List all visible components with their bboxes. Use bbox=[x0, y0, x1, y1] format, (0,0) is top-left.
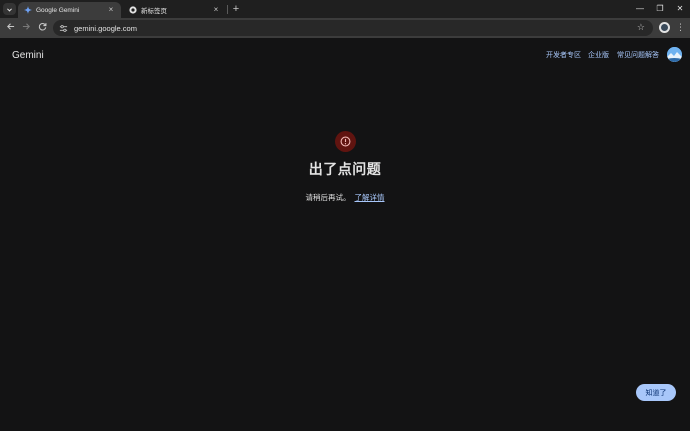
new-tab-button[interactable]: + bbox=[230, 3, 242, 15]
tab-divider bbox=[227, 5, 228, 14]
nav-developers[interactable]: 开发者专区 bbox=[546, 50, 581, 60]
tab-title: Google Gemini bbox=[36, 6, 80, 14]
star-icon[interactable]: ☆ bbox=[637, 22, 645, 33]
forward-button[interactable] bbox=[20, 22, 32, 34]
forward-icon bbox=[22, 23, 30, 30]
tab-search-icon bbox=[7, 7, 12, 12]
minimize-button[interactable]: — bbox=[634, 3, 646, 15]
more-menu-icon[interactable]: ⋮ bbox=[676, 22, 685, 33]
window-close-button[interactable]: ✕ bbox=[674, 3, 686, 15]
gemini-favicon-icon bbox=[24, 6, 32, 14]
reload-button[interactable] bbox=[36, 22, 48, 34]
learn-more-link[interactable]: 了解详情 bbox=[355, 193, 385, 202]
maximize-button[interactable]: ❐ bbox=[654, 3, 666, 15]
tab-google-gemini[interactable]: Google Gemini × bbox=[18, 2, 121, 18]
site-info-icon[interactable] bbox=[59, 24, 68, 33]
browser-toolbar: gemini.google.com ☆ bbox=[0, 18, 690, 38]
nav-faq[interactable]: 常见问题解答 bbox=[617, 50, 659, 60]
nav-business[interactable]: 企业版 bbox=[588, 50, 609, 60]
reload-icon bbox=[38, 23, 46, 31]
tab-title: 新标签页 bbox=[141, 8, 167, 15]
avatar[interactable] bbox=[667, 47, 682, 62]
close-icon[interactable]: × bbox=[107, 6, 115, 14]
tab-search-button[interactable] bbox=[3, 3, 16, 15]
error-message: 请稍后再试。 了解详情 bbox=[0, 192, 690, 203]
error-message-text: 请稍后再试。 bbox=[305, 193, 351, 202]
url-text: gemini.google.com bbox=[74, 23, 137, 33]
alert-circle-icon bbox=[335, 131, 356, 152]
chrome-favicon-icon bbox=[129, 6, 137, 14]
tab-new-tab[interactable]: 新标签页 × bbox=[123, 2, 226, 18]
error-title: 出了点问题 bbox=[308, 161, 382, 177]
profile-icon[interactable] bbox=[659, 22, 670, 33]
gemini-logo-text[interactable]: Gemini bbox=[12, 50, 44, 61]
got-it-button[interactable]: 知道了 bbox=[636, 384, 676, 401]
back-button[interactable] bbox=[4, 22, 16, 34]
address-bar[interactable]: gemini.google.com ☆ bbox=[53, 20, 653, 36]
tab-strip: Google Gemini × 新标签页 × + — ❐ ✕ bbox=[0, 0, 690, 18]
close-icon[interactable]: × bbox=[212, 6, 220, 14]
back-icon bbox=[6, 23, 14, 30]
